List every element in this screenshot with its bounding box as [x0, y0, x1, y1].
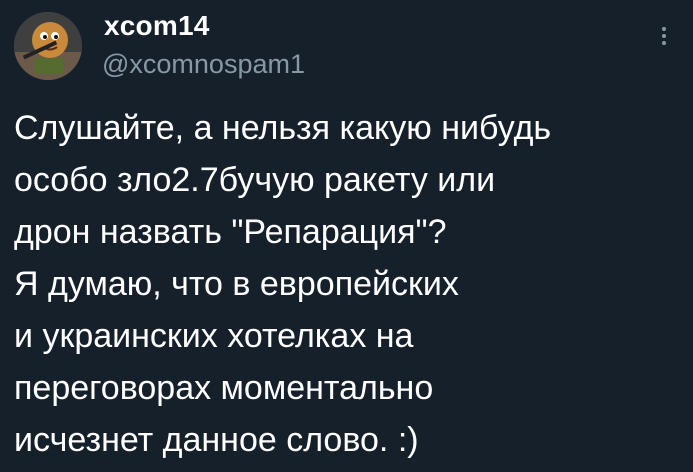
- author-handle[interactable]: @xcomnospam1: [102, 49, 305, 80]
- tweet-text-line: и украинских хотелках на: [14, 317, 414, 355]
- tweet-text-line: дрон назвать "Репарация"?: [14, 213, 447, 251]
- tweet-card: xcom14 @xcomnospam1 Слушайте, а нельзя к…: [0, 0, 693, 472]
- tweet-text: Слушайте, а нельзя какую нибудь особо зл…: [14, 102, 684, 466]
- tweet-text-line: переговорах моментально: [14, 369, 434, 407]
- tweet-text-line: особо зло2.7бучую ракету или: [14, 161, 496, 199]
- more-vertical-icon[interactable]: [652, 24, 676, 64]
- tweet-text-line: Я думаю, что в европейских: [14, 265, 459, 303]
- tweet-text-line: Слушайте, а нельзя какую нибудь: [14, 109, 552, 147]
- tweet-text-line: исчезнет данное слово. :): [14, 421, 419, 459]
- avatar[interactable]: [14, 12, 82, 80]
- cartoon-character-avatar-icon: [14, 12, 82, 80]
- author-display-name[interactable]: xcom14: [104, 10, 210, 42]
